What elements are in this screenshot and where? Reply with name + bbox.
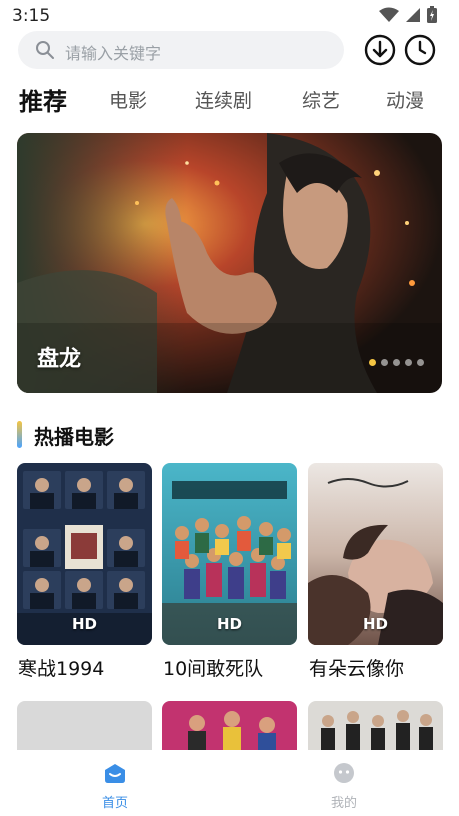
battery-icon xyxy=(427,6,437,23)
movie-poster[interactable]: HD xyxy=(308,463,443,645)
tab-recommend[interactable]: 推荐 xyxy=(19,82,67,117)
status-bar: 3:15 xyxy=(0,0,459,32)
download-icon xyxy=(364,34,396,66)
tab-anime[interactable]: 动漫 xyxy=(386,86,424,113)
history-button[interactable] xyxy=(404,34,436,66)
profile-icon xyxy=(334,763,354,783)
bottom-nav: 首页 我的 xyxy=(0,750,459,816)
search-placeholder: 请输入关键字 xyxy=(65,44,162,63)
carousel-dot[interactable] xyxy=(369,359,376,366)
carousel-dot[interactable] xyxy=(381,359,388,366)
download-button[interactable] xyxy=(364,34,396,66)
movie-poster[interactable] xyxy=(17,701,152,756)
movie-poster[interactable]: HD xyxy=(162,463,297,645)
carousel-indicators xyxy=(369,359,424,366)
status-icons xyxy=(379,6,437,23)
home-icon xyxy=(105,764,125,783)
movie-poster[interactable]: HD xyxy=(17,463,152,645)
movie-poster[interactable] xyxy=(162,701,297,756)
search-input[interactable]: 请输入关键字 xyxy=(18,31,344,69)
search-icon xyxy=(36,41,54,59)
category-tabs: 推荐 电影 连续剧 综艺 动漫 xyxy=(0,80,459,116)
tab-movies[interactable]: 电影 xyxy=(109,86,147,113)
hd-badge: HD xyxy=(71,615,97,633)
hd-badge: HD xyxy=(216,615,242,633)
section-accent-bar xyxy=(17,421,22,448)
carousel-dot[interactable] xyxy=(405,359,412,366)
movie-poster[interactable] xyxy=(308,701,443,756)
poster-image xyxy=(162,701,297,756)
movie-title: 有朵云像你 xyxy=(309,658,405,680)
signal-icon xyxy=(406,7,420,22)
nav-home-label: 首页 xyxy=(101,796,128,811)
wifi-icon xyxy=(379,7,399,22)
tab-variety[interactable]: 综艺 xyxy=(302,86,340,113)
top-row: 请输入关键字 xyxy=(18,30,442,70)
clock-icon xyxy=(404,34,436,66)
banner-carousel[interactable]: 盘龙 xyxy=(17,133,442,393)
tab-series[interactable]: 连续剧 xyxy=(195,86,252,113)
nav-home[interactable]: 首页 xyxy=(75,762,155,811)
section-title: 热播电影 xyxy=(34,425,114,449)
carousel-dot[interactable] xyxy=(393,359,400,366)
movie-title: 10间敢死队 xyxy=(163,658,264,680)
banner-title: 盘龙 xyxy=(37,347,82,372)
nav-profile[interactable]: 我的 xyxy=(304,762,384,811)
hd-badge: HD xyxy=(362,615,388,633)
nav-profile-label: 我的 xyxy=(330,796,357,811)
movie-title: 寒战1994 xyxy=(18,658,105,680)
status-time: 3:15 xyxy=(12,6,51,26)
carousel-dot[interactable] xyxy=(417,359,424,366)
poster-image xyxy=(308,701,443,756)
